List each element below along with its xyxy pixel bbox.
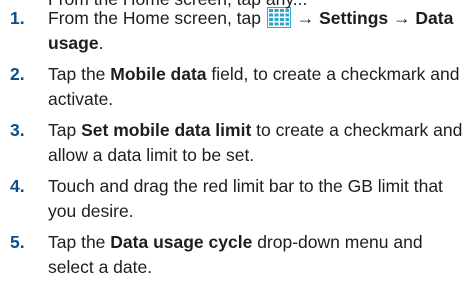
step-text: Touch and drag the red limit bar to the …	[48, 176, 443, 221]
step-1: 1. From the Home screen, tap → Settings …	[0, 6, 471, 55]
cropped-header-text: From the Home screen, tap any...	[48, 0, 307, 9]
apps-grid-icon	[266, 7, 291, 28]
step-text: Tap Set mobile data limit to create a ch…	[48, 120, 463, 165]
step-4: 4. Touch and drag the red limit bar to t…	[0, 174, 471, 223]
step-text: From the Home screen, tap → Settings → D…	[48, 7, 454, 53]
step-number: 3.	[10, 120, 25, 140]
step-number: 4.	[10, 176, 25, 196]
step-number: 1.	[10, 8, 25, 28]
instruction-list: 1. From the Home screen, tap → Settings …	[0, 6, 471, 286]
step-3: 3. Tap Set mobile data limit to create a…	[0, 118, 471, 167]
step-text: Tap the Mobile data field, to create a c…	[48, 64, 460, 109]
step-2: 2. Tap the Mobile data field, to create …	[0, 62, 471, 111]
step-5: 5. Tap the Data usage cycle drop-down me…	[0, 230, 471, 279]
step-number: 2.	[10, 64, 25, 84]
step-number: 5.	[10, 232, 25, 252]
step-text: Tap the Data usage cycle drop-down menu …	[48, 232, 423, 277]
